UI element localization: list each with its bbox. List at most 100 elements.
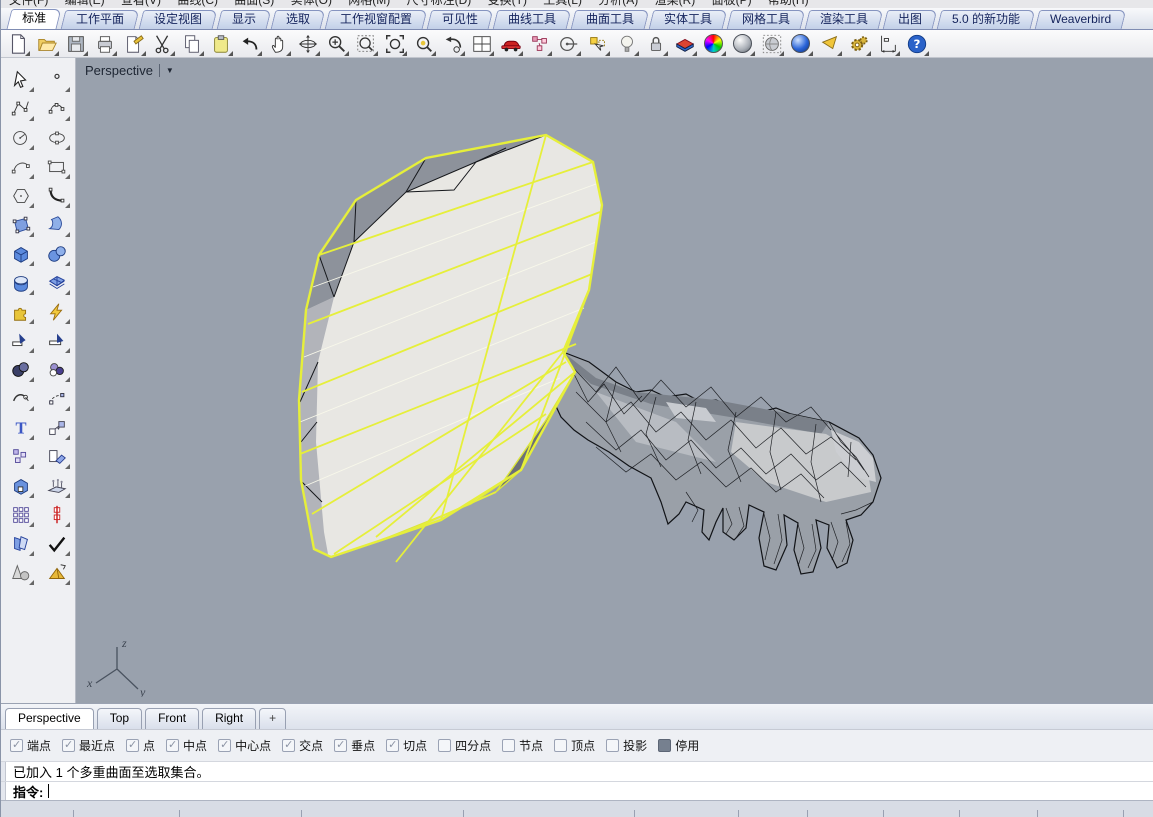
arm-hand-mesh[interactable] bbox=[554, 352, 881, 574]
lock-objects-button[interactable] bbox=[643, 31, 669, 57]
new-viewport-tab-button[interactable]: + bbox=[259, 708, 286, 729]
tab-Weaverbird[interactable]: Weaverbird bbox=[1035, 10, 1127, 29]
tab-网格工具[interactable]: 网格工具 bbox=[727, 10, 806, 29]
osnap-checkbox[interactable] bbox=[282, 739, 295, 752]
osnap-item-点[interactable]: 点 bbox=[126, 737, 155, 754]
tab-渲染工具[interactable]: 渲染工具 bbox=[805, 10, 884, 29]
tab-标准[interactable]: 标准 bbox=[7, 9, 62, 29]
osnap-item-中点[interactable]: 中点 bbox=[166, 737, 207, 754]
boolean-union-button[interactable] bbox=[3, 356, 36, 384]
osnap-item-垂点[interactable]: 垂点 bbox=[334, 737, 375, 754]
tab-曲面工具[interactable]: 曲面工具 bbox=[571, 10, 650, 29]
circle-button[interactable] bbox=[3, 124, 36, 152]
perspective-viewport[interactable]: Perspective ▼ bbox=[76, 58, 1153, 703]
render-preview-button[interactable] bbox=[817, 31, 843, 57]
osnap-checkbox[interactable] bbox=[386, 739, 399, 752]
blend-curve-button[interactable] bbox=[39, 182, 72, 210]
move-transform-button[interactable] bbox=[527, 31, 553, 57]
viewport-tab-Perspective[interactable]: Perspective bbox=[5, 708, 94, 729]
rendered-viewport-button[interactable] bbox=[788, 31, 814, 57]
adjust-end-bulge-button[interactable] bbox=[3, 385, 36, 413]
tab-可见性[interactable]: 可见性 bbox=[427, 10, 494, 29]
viewport-title[interactable]: Perspective bbox=[85, 63, 153, 78]
rectangular-array-button[interactable] bbox=[3, 501, 36, 529]
shaded-viewport-button[interactable] bbox=[730, 31, 756, 57]
primitive-solids-button[interactable] bbox=[3, 559, 36, 587]
ghosted-viewport-button[interactable] bbox=[759, 31, 785, 57]
analyze-dimension-button[interactable] bbox=[875, 31, 901, 57]
undo-view-change-button[interactable] bbox=[440, 31, 466, 57]
osnap-checkbox[interactable] bbox=[126, 739, 139, 752]
osnap-item-切点[interactable]: 切点 bbox=[386, 737, 427, 754]
cut-button[interactable] bbox=[150, 31, 176, 57]
interpolate-curve-button[interactable] bbox=[39, 95, 72, 123]
tab-选取[interactable]: 选取 bbox=[271, 10, 326, 29]
layer-state-button[interactable] bbox=[672, 31, 698, 57]
zoom-window-button[interactable] bbox=[353, 31, 379, 57]
osnap-checkbox[interactable] bbox=[166, 739, 179, 752]
osnap-checkbox[interactable] bbox=[438, 739, 451, 752]
extend-curve-button[interactable] bbox=[39, 385, 72, 413]
surface-corner-points-button[interactable] bbox=[3, 211, 36, 239]
print-button[interactable] bbox=[92, 31, 118, 57]
menu-bar[interactable]: 文件(F) 编辑(E) 查看(V) 曲线(C) 曲面(S) 实体(O) 网格(M… bbox=[1, 0, 1153, 8]
osnap-item-节点[interactable]: 节点 bbox=[502, 737, 543, 754]
osnap-checkbox[interactable] bbox=[658, 739, 671, 752]
mesh-model[interactable] bbox=[76, 58, 1153, 703]
command-line[interactable]: 指令: bbox=[1, 781, 1153, 800]
tab-实体工具[interactable]: 实体工具 bbox=[649, 10, 728, 29]
hatch-button[interactable] bbox=[39, 443, 72, 471]
osnap-checkbox[interactable] bbox=[606, 739, 619, 752]
split-button[interactable] bbox=[39, 327, 72, 355]
osnap-checkbox[interactable] bbox=[554, 739, 567, 752]
viewport-tab-Front[interactable]: Front bbox=[145, 708, 199, 729]
boolean-difference-button[interactable] bbox=[39, 356, 72, 384]
block-instances-button[interactable] bbox=[3, 443, 36, 471]
paste-button[interactable] bbox=[208, 31, 234, 57]
osnap-checkbox[interactable] bbox=[334, 739, 347, 752]
text-object-button[interactable]: T bbox=[3, 414, 36, 442]
osnap-item-顶点[interactable]: 顶点 bbox=[554, 737, 595, 754]
select-objects-button[interactable] bbox=[585, 31, 611, 57]
osnap-checkbox[interactable] bbox=[218, 739, 231, 752]
sphere-button[interactable] bbox=[39, 240, 72, 268]
new-file-button[interactable] bbox=[5, 31, 31, 57]
extract-surface-gold-button[interactable] bbox=[39, 559, 72, 587]
single-point-button[interactable] bbox=[39, 66, 72, 94]
revolve-surface-button[interactable] bbox=[3, 269, 36, 297]
tab-设定视图[interactable]: 设定视图 bbox=[139, 10, 218, 29]
zoom-selected-button[interactable] bbox=[411, 31, 437, 57]
emap-pins-button[interactable] bbox=[39, 472, 72, 500]
tab-工作平面[interactable]: 工作平面 bbox=[61, 10, 140, 29]
viewport-title-bar[interactable]: Perspective ▼ bbox=[85, 63, 174, 78]
hide-objects-lightbulb-button[interactable] bbox=[614, 31, 640, 57]
zoom-dynamic-button[interactable] bbox=[324, 31, 350, 57]
open-file-button[interactable] bbox=[34, 31, 60, 57]
viewport-tab-Top[interactable]: Top bbox=[97, 708, 142, 729]
tab-出图[interactable]: 出图 bbox=[883, 10, 938, 29]
osnap-item-端点[interactable]: 端点 bbox=[10, 737, 51, 754]
viewport-tab-Right[interactable]: Right bbox=[202, 708, 256, 729]
control-point-curve-button[interactable] bbox=[3, 95, 36, 123]
ellipse-button[interactable] bbox=[39, 124, 72, 152]
patch-surface-button[interactable] bbox=[39, 269, 72, 297]
osnap-checkbox[interactable] bbox=[62, 739, 75, 752]
explode-puzzle-button[interactable] bbox=[3, 298, 36, 326]
osnap-item-交点[interactable]: 交点 bbox=[282, 737, 323, 754]
align-objects-button[interactable] bbox=[39, 501, 72, 529]
selected-shoulder-polysurface[interactable] bbox=[299, 135, 602, 562]
surface-from-curves-button[interactable] bbox=[39, 211, 72, 239]
tab-工作视窗配置[interactable]: 工作视窗配置 bbox=[325, 10, 428, 29]
undo-button[interactable] bbox=[237, 31, 263, 57]
osnap-checkbox[interactable] bbox=[502, 739, 515, 752]
save-button[interactable] bbox=[63, 31, 89, 57]
box-button[interactable] bbox=[3, 240, 36, 268]
osnap-item-投影[interactable]: 投影 bbox=[606, 737, 647, 754]
cage-edit-button[interactable] bbox=[3, 472, 36, 500]
viewport-menu-chevron-icon[interactable]: ▼ bbox=[166, 66, 174, 75]
osnap-item-四分点[interactable]: 四分点 bbox=[438, 737, 491, 754]
osnap-item-停用[interactable]: 停用 bbox=[658, 737, 699, 754]
copy-button[interactable] bbox=[179, 31, 205, 57]
tab-显示[interactable]: 显示 bbox=[217, 10, 272, 29]
export-annotate-button[interactable] bbox=[121, 31, 147, 57]
